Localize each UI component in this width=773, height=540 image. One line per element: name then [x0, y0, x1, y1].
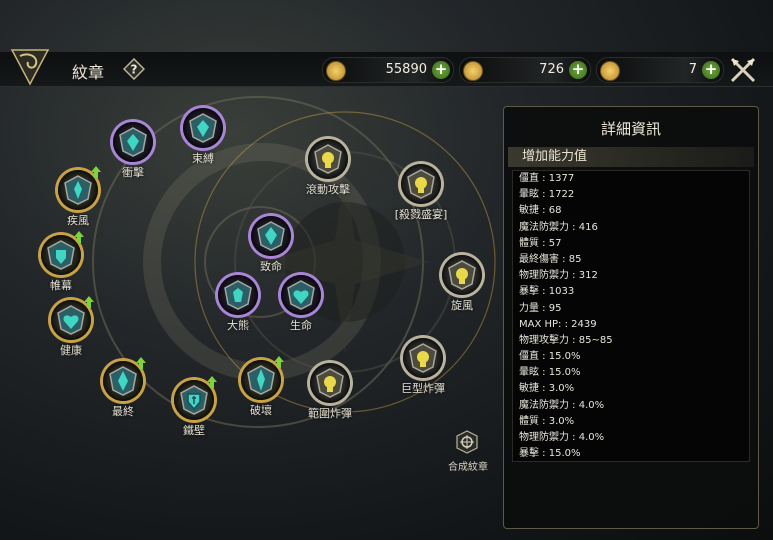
stat-item: 暴擊 : 1033 [519, 286, 575, 298]
emblem-node-gundong[interactable] [308, 139, 348, 179]
stat-item: 敏捷 : 68 [519, 205, 562, 217]
stat-list[interactable]: 僵直 : 1377 暈眩 : 1722 敏捷 : 68 魔法防禦力 : 416 … [512, 170, 750, 462]
medal-value: 726 [539, 62, 564, 77]
emblem-label-shengming: 生命 [290, 319, 312, 332]
gold-resource: 55890 + [322, 57, 454, 83]
emblem-gem-icon [180, 385, 208, 415]
add-gold-button[interactable]: + [432, 61, 450, 79]
emblem-node-xuanfeng[interactable] [442, 255, 482, 295]
emblem-gem-icon [287, 280, 315, 310]
stat-item: 敏捷 : 3.0% [519, 383, 575, 395]
gold-value: 55890 [385, 62, 427, 77]
upgrade-arrow-icon [91, 166, 101, 178]
synthesize-emblem-label[interactable]: 合成紋章 [448, 458, 488, 473]
emblem-label-zuizhong: 最終 [112, 405, 134, 418]
stat-item: 暈眩 : 1722 [519, 189, 575, 201]
add-medal-button[interactable]: + [569, 61, 587, 79]
close-swords-icon[interactable] [729, 56, 757, 84]
emblem-gem-icon [47, 240, 75, 270]
crystal-coin-icon [600, 61, 620, 81]
add-crystal-button[interactable]: + [702, 61, 720, 79]
stat-item: 物理防禦力 : 312 [519, 270, 598, 282]
emblem-label-jifeng: 疾風 [67, 214, 89, 227]
emblem-skull-icon [448, 260, 476, 290]
emblem-gem-icon [224, 280, 252, 310]
crystal-value: 7 [688, 62, 697, 77]
emblem-node-zhiming[interactable] [251, 216, 291, 256]
emblem-label-shufu: 束縛 [192, 152, 214, 165]
emblem-gem-icon [189, 113, 217, 143]
emblem-gem-icon [119, 127, 147, 157]
emblem-gem-icon [247, 365, 275, 395]
emblem-label-xuanfeng: 旋風 [451, 299, 473, 312]
stat-item: 僵直 : 1377 [519, 173, 575, 184]
stat-item: 體質 : 3.0% [519, 415, 575, 427]
stat-bonus-header: 增加能力值 [508, 147, 754, 167]
stat-item: 魔法防禦力 : 416 [519, 221, 598, 233]
stat-item: MAX HP: : 2439 [519, 318, 597, 330]
upgrade-arrow-icon [136, 357, 146, 369]
emblem-gem-icon [57, 305, 85, 335]
emblem-gem-icon [109, 366, 137, 396]
emblem-node-chongji[interactable] [113, 122, 153, 162]
stat-item: 魔法防禦力 : 4.0% [519, 399, 605, 411]
emblem-label-shalu: [殺戮盛宴] [394, 208, 448, 221]
svg-text:?: ? [131, 63, 138, 77]
emblem-node-shengming[interactable] [281, 275, 321, 315]
emblem-skull-icon [314, 144, 342, 174]
emblem-label-juxing: 巨型炸彈 [401, 382, 445, 395]
emblem-label-zhiming: 致命 [260, 260, 282, 273]
stat-item: 物理防禦力 : 4.0% [519, 432, 605, 443]
upgrade-arrow-icon [207, 376, 217, 388]
emblem-label-jiankang: 健康 [60, 344, 82, 357]
stat-item: 僵直 : 15.0% [519, 351, 581, 363]
upgrade-arrow-icon [84, 296, 94, 308]
emblem-label-daxiong: 大熊 [227, 319, 249, 332]
medal-icon [463, 61, 483, 81]
emblem-gem-icon [64, 175, 92, 205]
emblem-label-tiebi: 鐵壁 [183, 424, 205, 437]
emblem-skull-icon [407, 169, 435, 199]
dragon-emblem-icon [10, 49, 50, 86]
stat-item: 物理攻擊力 : 85~85 [519, 334, 613, 346]
emblem-node-shalu[interactable] [401, 164, 441, 204]
emblem-label-fanwei: 範圍炸彈 [308, 407, 352, 420]
upgrade-arrow-icon [274, 356, 284, 368]
medal-resource: 726 + [459, 57, 591, 83]
emblem-node-daxiong[interactable] [218, 275, 258, 315]
upgrade-arrow-icon [74, 231, 84, 243]
stat-item: 最終傷害 : 85 [519, 253, 582, 265]
help-icon[interactable]: ? [123, 58, 145, 80]
gold-coin-icon [326, 61, 346, 81]
emblem-skull-icon [409, 343, 437, 373]
stat-item: 體質 : 57 [519, 237, 562, 249]
details-panel: 詳細資訊 增加能力值 僵直 : 1377 暈眩 : 1722 敏捷 : 68 魔… [503, 106, 759, 529]
emblem-node-juxing[interactable] [403, 338, 443, 378]
stat-item: 力量 : 95 [519, 302, 562, 314]
emblem-gem-icon [257, 221, 285, 251]
crystal-resource: 7 + [596, 57, 724, 83]
emblem-label-pohuai: 破壞 [250, 404, 272, 417]
emblem-label-chongji: 衝擊 [122, 166, 144, 179]
page-title: 紋章 [72, 63, 105, 82]
emblem-node-shufu[interactable] [183, 108, 223, 148]
details-panel-title: 詳細資訊 [600, 120, 661, 138]
stat-item: 暴擊 : 15.0% [519, 448, 581, 460]
emblem-label-gundong: 滾動攻擊 [306, 183, 350, 196]
synthesize-emblem-icon[interactable] [455, 430, 479, 454]
emblem-skull-icon [316, 368, 344, 398]
emblem-label-weimu: 帷幕 [50, 279, 72, 292]
emblem-node-fanwei[interactable] [310, 363, 350, 403]
stat-item: 暈眩 : 15.0% [519, 367, 581, 379]
